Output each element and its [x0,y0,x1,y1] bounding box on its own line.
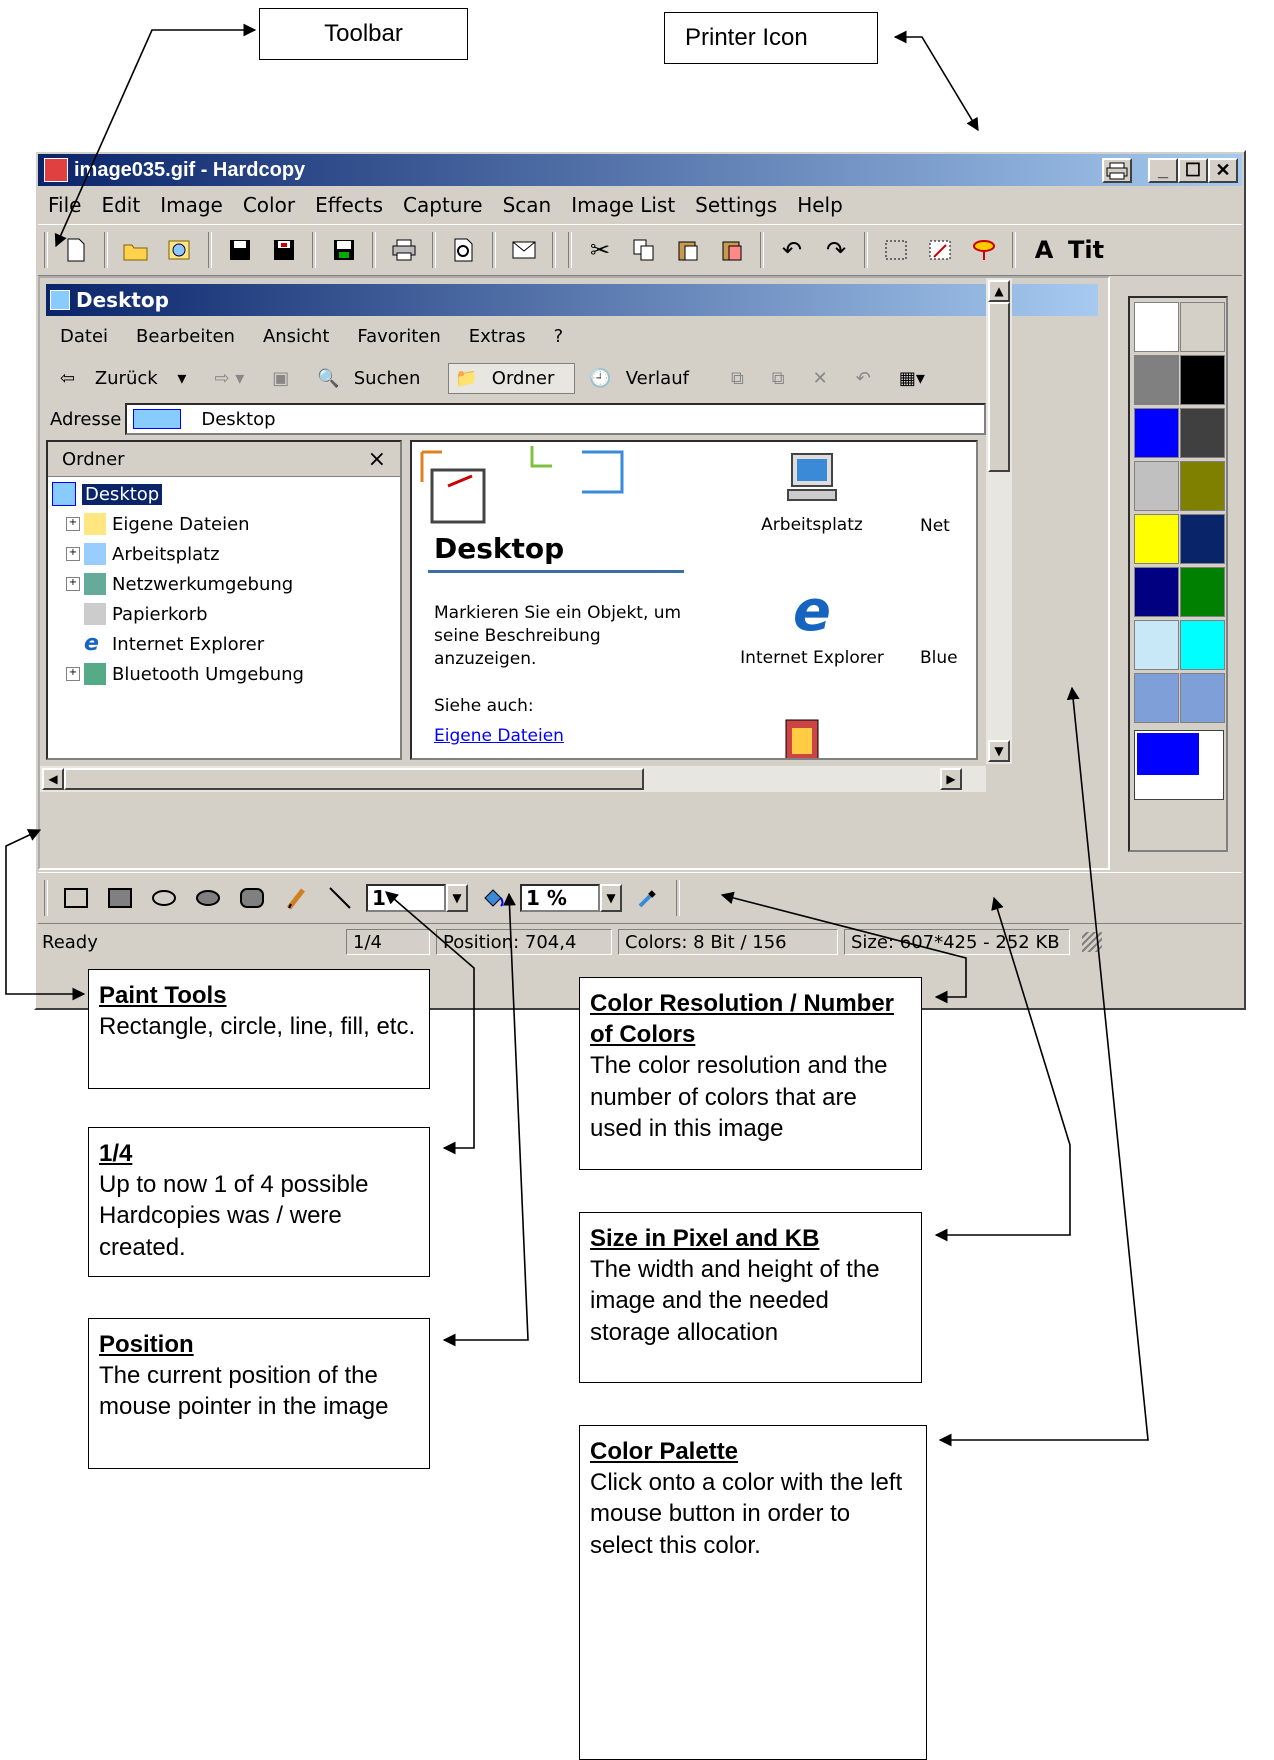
hardcopies-arrow [385,891,475,1155]
position-arrow [442,892,529,1347]
color-palette-arrow [938,686,1149,1447]
size-arrow [934,896,1071,1242]
paint-tools-arrow [5,829,86,1001]
color-resolution-arrow [720,891,967,1004]
callout-arrows [5,23,1149,1447]
toolbar-arrow [54,23,257,248]
printer-icon-arrow [893,30,979,132]
